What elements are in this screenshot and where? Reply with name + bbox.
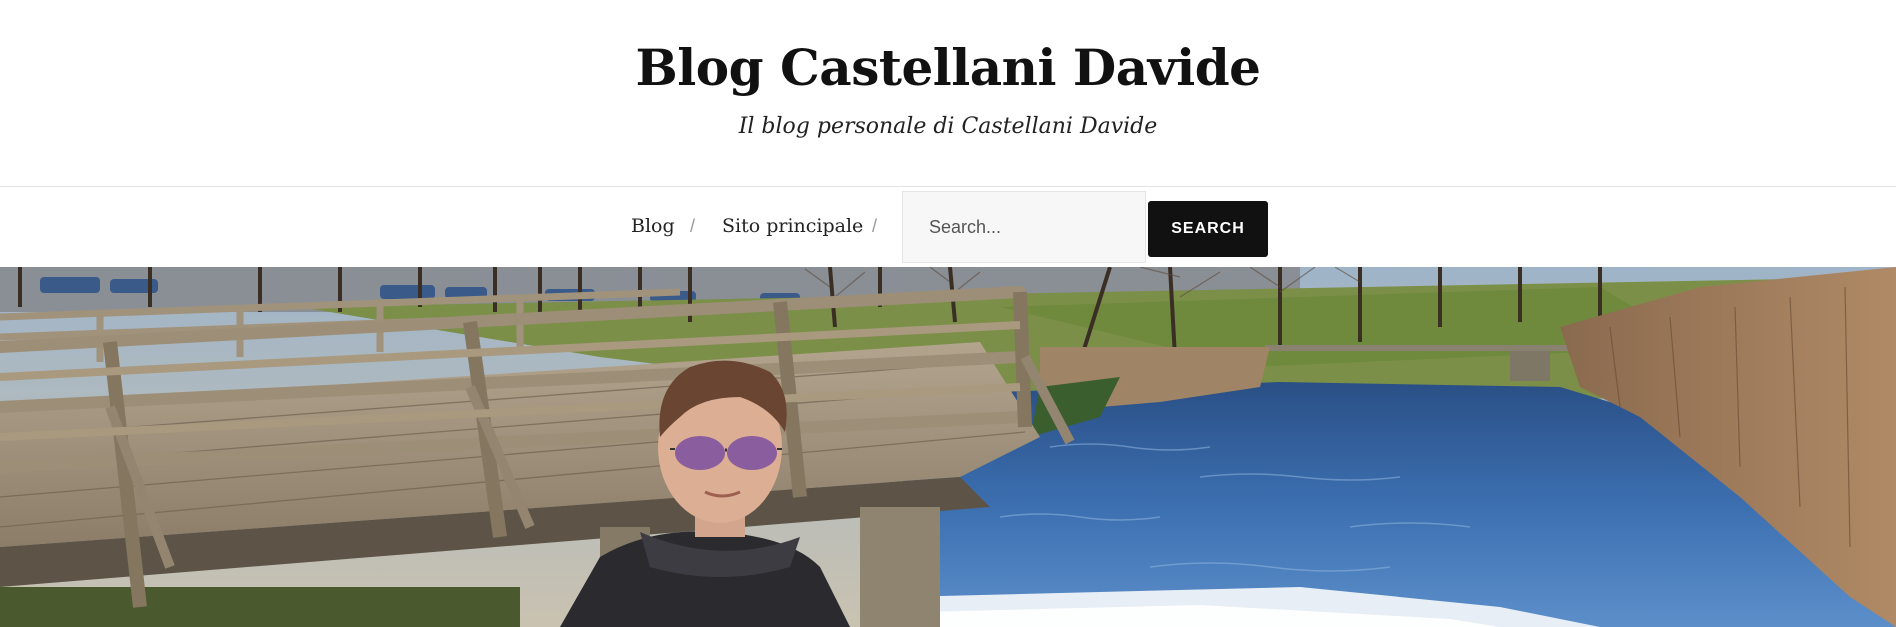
main-navigation: Blog / Sito principale / SEARCH [0, 187, 1896, 267]
nav-item-sito-principale[interactable]: Sito principale [722, 215, 863, 237]
nav-separator: / [690, 216, 696, 236]
hero-photo-illustration [0, 267, 1896, 627]
nav-separator: / [872, 216, 878, 236]
search-input[interactable] [902, 191, 1146, 263]
hero-image [0, 267, 1896, 627]
site-header: Blog Castellani Davide Il blog personale… [0, 0, 1896, 186]
site-title[interactable]: Blog Castellani Davide [0, 38, 1896, 97]
search-button[interactable]: SEARCH [1148, 201, 1268, 257]
site-tagline: Il blog personale di Castellani Davide [738, 114, 1158, 139]
nav-item-blog[interactable]: Blog [631, 215, 675, 237]
